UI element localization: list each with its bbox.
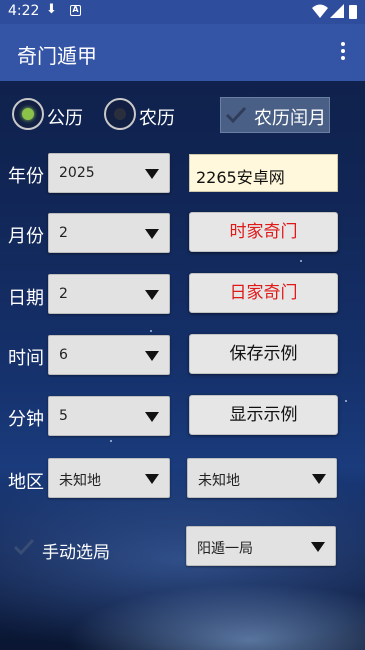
solar-calendar-radio[interactable] — [12, 98, 44, 130]
dropdown-arrow-icon — [145, 169, 159, 179]
region-select-secondary[interactable]: 未知地 — [187, 458, 337, 498]
region-value-primary: 未知地 — [59, 473, 101, 489]
text-input[interactable]: 2265安卓网 — [189, 154, 338, 192]
dropdown-arrow-icon — [145, 351, 159, 361]
minute-value: 5 — [59, 408, 68, 424]
battery-icon — [349, 5, 357, 19]
status-bar: 4:22 ⬇ A — [0, 0, 365, 24]
ju-value: 阳遁一局 — [197, 541, 253, 557]
dropdown-arrow-icon — [145, 290, 159, 300]
time-select[interactable]: 6 — [48, 335, 170, 375]
solar-calendar-label: 公历 — [47, 108, 83, 129]
day-label: 日期 — [8, 288, 44, 309]
star — [300, 260, 302, 262]
save-example-button[interactable]: 保存示例 — [189, 334, 338, 374]
month-value: 2 — [59, 225, 68, 241]
notification-a-icon: A — [70, 5, 81, 16]
dropdown-arrow-icon — [311, 542, 325, 552]
year-label: 年份 — [8, 166, 44, 187]
ju-select[interactable]: 阳遁一局 — [186, 526, 336, 566]
checkmark-icon — [224, 103, 248, 127]
time-value: 6 — [59, 347, 68, 363]
lunar-calendar-label: 农历 — [139, 108, 175, 129]
year-select[interactable]: 2025 — [48, 153, 170, 193]
lunar-calendar-radio[interactable] — [104, 98, 136, 130]
hour-qimen-button[interactable]: 时家奇门 — [189, 212, 338, 252]
app-toolbar: 奇门遁甲 — [0, 24, 365, 81]
more-options-icon[interactable] — [336, 40, 350, 66]
manual-select-label: 手动选局 — [42, 543, 110, 563]
wifi-icon — [312, 4, 328, 18]
day-value: 2 — [59, 286, 68, 302]
month-select[interactable]: 2 — [48, 213, 170, 253]
region-value-secondary: 未知地 — [198, 473, 240, 489]
status-time: 4:22 — [8, 3, 40, 19]
star — [110, 440, 112, 442]
minute-select[interactable]: 5 — [48, 396, 170, 436]
month-label: 月份 — [8, 226, 44, 247]
day-qimen-button[interactable]: 日家奇门 — [189, 273, 338, 313]
show-example-button[interactable]: 显示示例 — [189, 395, 338, 435]
download-icon: ⬇ — [46, 2, 57, 17]
dropdown-arrow-icon — [145, 474, 159, 484]
star — [150, 330, 152, 332]
dropdown-arrow-icon — [312, 474, 326, 484]
leap-month-label: 农历闰月 — [254, 108, 326, 129]
region-label: 地区 — [8, 472, 44, 493]
dropdown-arrow-icon — [145, 229, 159, 239]
dropdown-arrow-icon — [145, 412, 159, 422]
day-select[interactable]: 2 — [48, 274, 170, 314]
minute-label: 分钟 — [8, 409, 44, 430]
app-title: 奇门遁甲 — [17, 44, 97, 68]
region-select-primary[interactable]: 未知地 — [48, 458, 170, 498]
year-value: 2025 — [59, 165, 95, 181]
star — [345, 400, 347, 402]
text-input-value: 2265安卓网 — [196, 168, 285, 187]
manual-select-checkbox[interactable] — [12, 535, 36, 559]
signal-icon — [330, 4, 344, 18]
time-label: 时间 — [8, 348, 44, 369]
